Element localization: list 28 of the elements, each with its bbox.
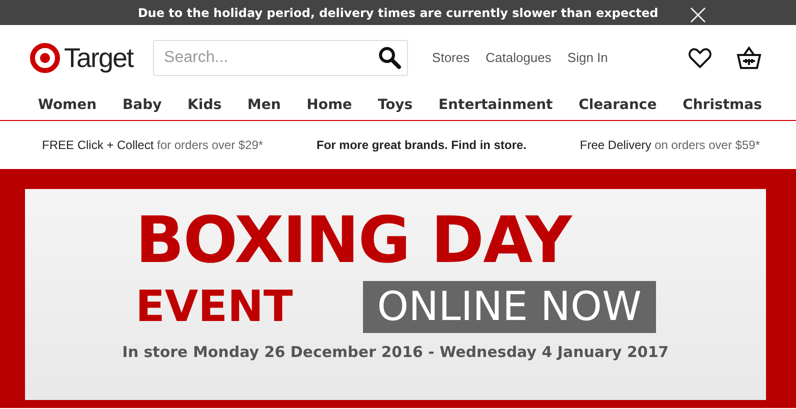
banner-dates: In store Monday 26 December 2016 - Wednesday 4 January 2017 [122,342,669,363]
promo-text: For more great brands. Find in store. [316,137,527,154]
promo-text: FREE Click + Collect for orders over $29* [42,137,264,154]
nav-link[interactable]: Christmas [682,95,762,116]
heart-icon[interactable] [688,47,712,69]
header-link[interactable]: Sign In [567,48,608,68]
bullseye-icon [30,43,60,73]
banner-title: BOXING DAY [136,209,573,273]
header-link[interactable]: Stores [432,48,470,68]
search-icon[interactable] [378,46,402,70]
nav-link[interactable]: Men [247,95,281,116]
online-tag: ONLINE NOW [363,281,656,333]
nav-link[interactable]: Entertainment [438,95,553,116]
header-link[interactable]: Catalogues [486,48,552,68]
nav-link[interactable]: Kids [188,95,222,116]
close-icon[interactable] [690,5,706,21]
nav-link[interactable]: Clearance [578,95,657,116]
promo-text: Free Delivery on orders over $59* [580,137,760,154]
basket-icon[interactable] [736,46,762,70]
search-field[interactable]: Search... [153,40,408,76]
banner-subtitle: EVENT [136,286,293,328]
nav-link[interactable]: Toys [378,95,413,116]
notice-text: Due to the holiday period, delivery times are currently slower than expected [138,4,658,22]
logo-text: Target [64,42,134,75]
nav-link[interactable]: Home [306,95,352,116]
nav-link[interactable]: Women [38,95,97,116]
nav-link[interactable]: Baby [122,95,162,116]
target-logo[interactable]: Target [30,38,134,78]
